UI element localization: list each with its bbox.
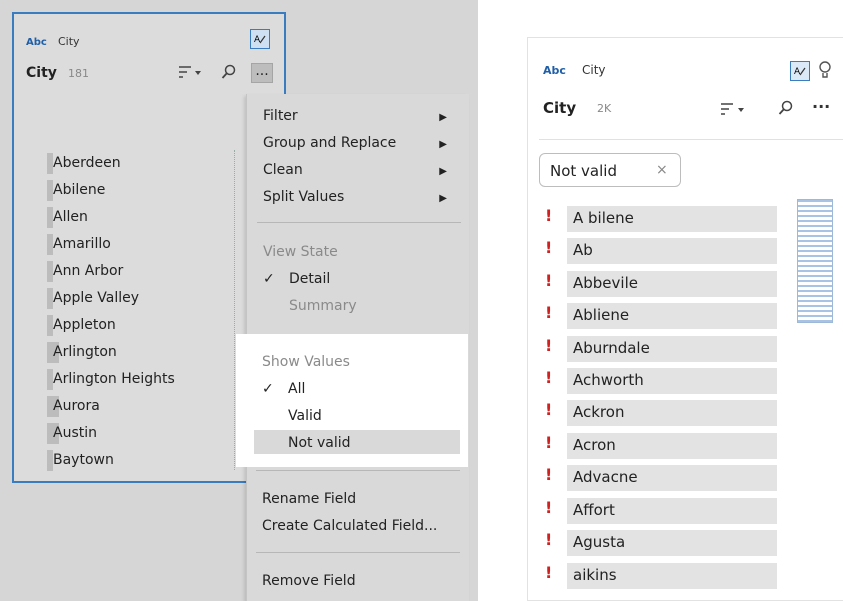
list-item[interactable]: ! aikins bbox=[543, 559, 783, 591]
submenu-arrow-icon: ▶ bbox=[439, 139, 447, 150]
data-role-icon[interactable]: A bbox=[790, 61, 810, 81]
error-icon: ! bbox=[545, 530, 553, 549]
error-icon: ! bbox=[545, 336, 553, 355]
sort-icon[interactable] bbox=[178, 64, 202, 84]
list-item[interactable]: ! A bilene bbox=[543, 202, 783, 234]
list-item[interactable]: Appleton bbox=[47, 312, 237, 339]
more-options-button[interactable]: ··· bbox=[812, 97, 830, 116]
menu-item-summary[interactable]: Summary bbox=[289, 298, 357, 314]
error-icon: ! bbox=[545, 563, 553, 582]
more-options-button[interactable]: ... bbox=[251, 63, 273, 83]
list-item[interactable]: ! Advacne bbox=[543, 461, 783, 493]
error-icon: ! bbox=[545, 498, 553, 517]
menu-item-detail[interactable]: Detail bbox=[289, 271, 330, 287]
error-icon: ! bbox=[545, 271, 553, 290]
list-item[interactable]: ! Aburndale bbox=[543, 332, 783, 364]
error-icon: ! bbox=[545, 303, 553, 322]
list-item[interactable]: Amarillo bbox=[47, 231, 237, 258]
list-item[interactable]: Arlington bbox=[47, 339, 237, 366]
list-item[interactable]: ! Abliene bbox=[543, 299, 783, 331]
check-icon: ✓ bbox=[263, 271, 275, 287]
type-badge[interactable]: Abc bbox=[26, 37, 47, 48]
submenu-arrow-icon: ▶ bbox=[439, 112, 447, 123]
submenu-arrow-icon: ▶ bbox=[439, 166, 447, 177]
list-item[interactable]: Arlington Heights bbox=[47, 366, 237, 393]
list-item-label: Ackron bbox=[573, 403, 625, 421]
list-item-label: Abbevile bbox=[573, 274, 638, 292]
list-item[interactable]: ! Abbevile bbox=[543, 267, 783, 299]
list-item[interactable]: Abilene bbox=[47, 177, 237, 204]
list-item-label: Acron bbox=[573, 436, 616, 454]
list-item[interactable]: Ann Arbor bbox=[47, 258, 237, 285]
list-item-label: Ab bbox=[573, 241, 593, 259]
list-item-label: Abliene bbox=[573, 306, 630, 324]
menu-divider bbox=[256, 470, 460, 471]
data-role-icon[interactable]: A bbox=[250, 29, 270, 49]
menu-item-clean[interactable]: Clean bbox=[263, 162, 303, 178]
menu-item-remove-field[interactable]: Remove Field bbox=[262, 573, 356, 589]
menu-item-not-valid[interactable]: Not valid bbox=[288, 435, 351, 451]
list-item-label: Affort bbox=[573, 501, 615, 519]
show-values-header: Show Values bbox=[262, 354, 350, 370]
view-state-header: View State bbox=[263, 244, 338, 260]
error-icon: ! bbox=[545, 465, 553, 484]
close-icon[interactable]: × bbox=[656, 162, 668, 178]
list-item[interactable]: Baytown bbox=[47, 447, 237, 474]
menu-divider bbox=[256, 552, 460, 553]
error-icon: ! bbox=[545, 433, 553, 452]
filter-chip-label: Not valid bbox=[550, 162, 617, 180]
error-icon: ! bbox=[545, 206, 553, 225]
type-name: City bbox=[58, 35, 80, 48]
list-item-label: Aburndale bbox=[573, 339, 650, 357]
list-item[interactable]: ! Affort bbox=[543, 494, 783, 526]
field-count: 2K bbox=[597, 102, 612, 115]
mini-histogram[interactable] bbox=[797, 199, 833, 323]
list-item[interactable]: ! Ab bbox=[543, 234, 783, 266]
field-name[interactable]: City bbox=[26, 65, 57, 81]
menu-item-split-values[interactable]: Split Values bbox=[263, 189, 344, 205]
menu-item-filter[interactable]: Filter bbox=[263, 108, 298, 124]
field-count: 181 bbox=[68, 67, 89, 80]
list-item-label: Advacne bbox=[573, 468, 638, 486]
list-item-label: A bilene bbox=[573, 209, 634, 227]
search-icon[interactable] bbox=[221, 64, 237, 80]
list-item[interactable]: Apple Valley bbox=[47, 285, 237, 312]
menu-item-rename-field[interactable]: Rename Field bbox=[262, 491, 356, 507]
search-icon[interactable] bbox=[778, 100, 794, 116]
menu-item-highlight bbox=[254, 430, 460, 454]
lightbulb-icon[interactable] bbox=[818, 60, 832, 86]
filter-chip-not-valid[interactable]: Not valid × bbox=[539, 153, 681, 187]
error-icon: ! bbox=[545, 368, 553, 387]
field-name[interactable]: City bbox=[543, 99, 576, 117]
list-item[interactable]: ! Agusta bbox=[543, 526, 783, 558]
type-badge[interactable]: Abc bbox=[543, 64, 566, 77]
menu-item-create-calculated-field[interactable]: Create Calculated Field... bbox=[262, 518, 437, 534]
header-divider bbox=[539, 139, 843, 140]
error-icon: ! bbox=[545, 400, 553, 419]
menu-item-all[interactable]: All bbox=[288, 381, 305, 397]
type-name: City bbox=[582, 63, 606, 77]
error-icon: ! bbox=[545, 238, 553, 257]
list-item[interactable]: Austin bbox=[47, 420, 237, 447]
list-item-label: Achworth bbox=[573, 371, 644, 389]
menu-divider bbox=[257, 222, 461, 223]
list-item[interactable]: ! Achworth bbox=[543, 364, 783, 396]
list-item[interactable]: Aurora bbox=[47, 393, 237, 420]
list-item-label: Agusta bbox=[573, 533, 626, 551]
svg-text:A: A bbox=[254, 35, 261, 45]
submenu-arrow-icon: ▶ bbox=[439, 193, 447, 204]
svg-text:A: A bbox=[794, 67, 801, 77]
list-item[interactable]: ! Ackron bbox=[543, 396, 783, 428]
check-icon: ✓ bbox=[262, 381, 274, 397]
list-item-label: aikins bbox=[573, 566, 617, 584]
left-values-list: Aberdeen Abilene Allen Amarillo Ann Arbo… bbox=[47, 150, 237, 474]
list-item[interactable]: Aberdeen bbox=[47, 150, 237, 177]
sort-icon[interactable] bbox=[720, 101, 746, 121]
menu-item-valid[interactable]: Valid bbox=[288, 408, 322, 424]
list-item[interactable]: ! Acron bbox=[543, 429, 783, 461]
list-item[interactable]: Allen bbox=[47, 204, 237, 231]
menu-item-group-replace[interactable]: Group and Replace bbox=[263, 135, 396, 151]
